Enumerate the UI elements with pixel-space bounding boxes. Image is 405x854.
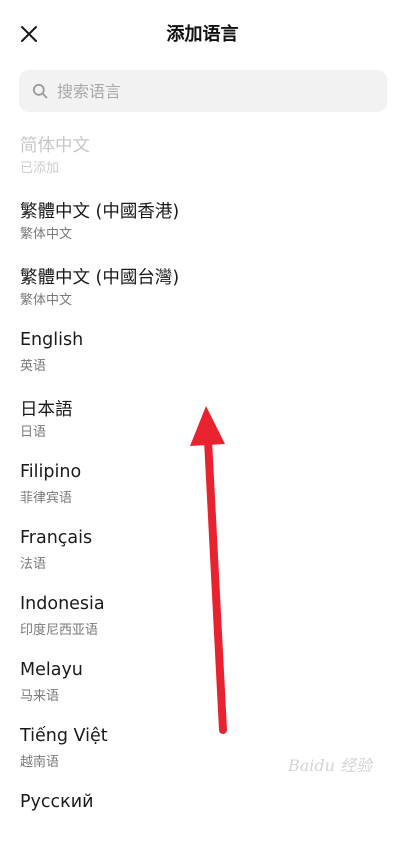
page-title: 添加语言 xyxy=(166,24,239,45)
language-name: 简体中文 xyxy=(20,136,90,156)
language-name: Русский xyxy=(20,792,94,812)
language-subtitle: 越南语 xyxy=(20,755,60,770)
language-subtitle: 法语 xyxy=(20,557,47,572)
search-input[interactable] xyxy=(57,81,357,101)
language-item-japanese[interactable]: 日本語 日语 xyxy=(0,396,405,458)
search-icon xyxy=(32,83,48,99)
header-bar: 添加语言 xyxy=(0,0,405,68)
language-item-english[interactable]: English 英语 xyxy=(0,330,405,392)
language-item-simplified-chinese[interactable]: 简体中文 已添加 xyxy=(0,132,405,194)
language-name: Tiếng Việt xyxy=(20,726,108,746)
language-item-french[interactable]: Français 法语 xyxy=(0,528,405,590)
language-name: Filipino xyxy=(20,462,82,482)
language-subtitle: 日语 xyxy=(20,425,47,440)
language-name: Indonesia xyxy=(20,594,105,614)
language-name: 繁體中文 (中國香港) xyxy=(20,202,180,222)
language-subtitle: 英语 xyxy=(20,359,47,374)
language-item-indonesian[interactable]: Indonesia 印度尼西亚语 xyxy=(0,594,405,656)
language-subtitle: 已添加 xyxy=(20,161,60,176)
language-item-russian[interactable]: Русский xyxy=(0,792,405,854)
language-subtitle: 繁体中文 xyxy=(20,227,73,242)
language-item-traditional-chinese-tw[interactable]: 繁體中文 (中國台灣) 繁体中文 xyxy=(0,264,405,326)
search-bar[interactable] xyxy=(19,70,387,112)
language-subtitle: 马来语 xyxy=(20,689,60,704)
language-subtitle: 繁体中文 xyxy=(20,293,73,308)
language-name: 日本語 xyxy=(20,400,73,420)
language-item-filipino[interactable]: Filipino 菲律宾语 xyxy=(0,462,405,524)
language-name: Melayu xyxy=(20,660,83,680)
language-name: English xyxy=(20,330,84,350)
language-item-traditional-chinese-hk[interactable]: 繁體中文 (中國香港) 繁体中文 xyxy=(0,198,405,260)
language-name: 繁體中文 (中國台灣) xyxy=(20,268,180,288)
language-item-malay[interactable]: Melayu 马来语 xyxy=(0,660,405,722)
language-subtitle: 菲律宾语 xyxy=(20,491,73,506)
language-subtitle: 印度尼西亚语 xyxy=(20,623,99,638)
watermark: Baidu 经验 xyxy=(288,756,373,775)
language-name: Français xyxy=(20,528,93,548)
